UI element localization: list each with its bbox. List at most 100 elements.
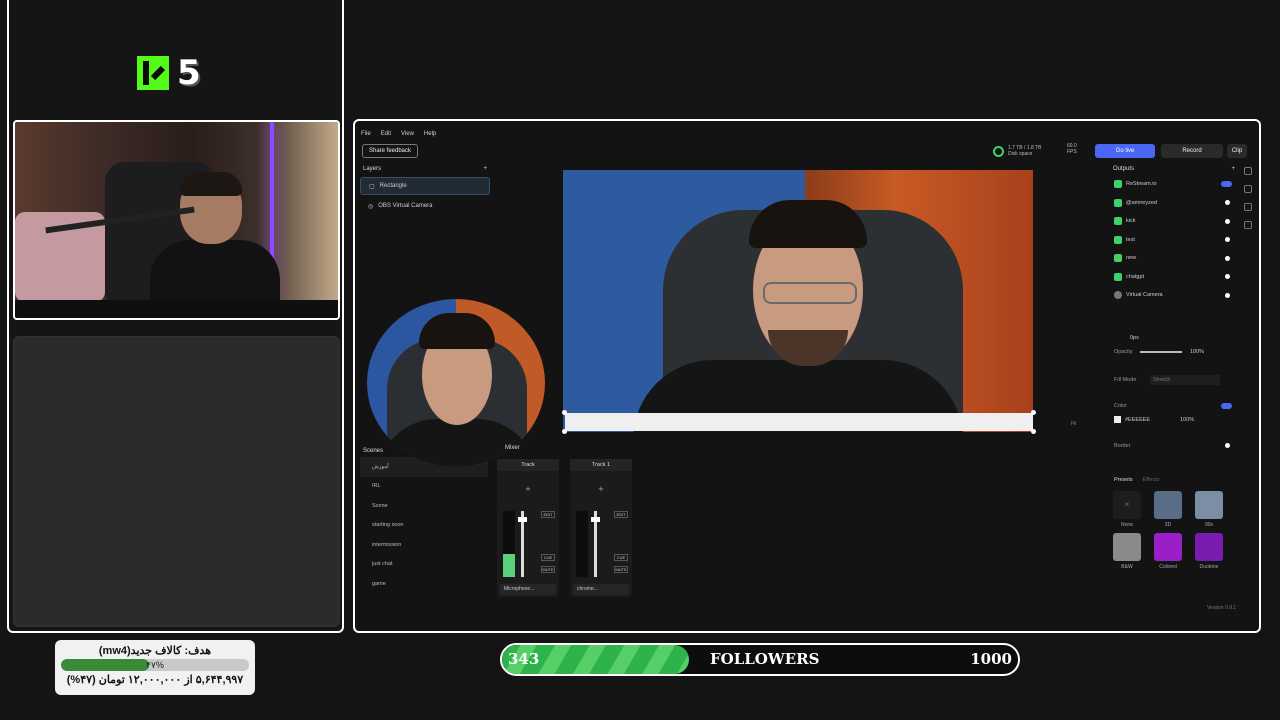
clip-button[interactable]: Clip — [1227, 144, 1247, 158]
scene-item[interactable]: just chat — [360, 555, 488, 575]
resize-handle[interactable] — [562, 410, 567, 415]
presets-grid: × None 3D 90s B&W Colored Duotone — [1110, 487, 1238, 577]
circle-person-hair — [419, 313, 495, 349]
camera-icon: ◎ — [368, 203, 374, 210]
donation-goal: هدف: کالاف جدید(mw4) ۴۷% ۵,۶۴۴,۹۹۷ از ۱۲… — [55, 640, 255, 695]
border-toggle[interactable] — [1225, 443, 1230, 448]
output-item[interactable]: new — [1110, 249, 1238, 268]
stream-preview[interactable] — [563, 170, 1033, 432]
fader-knob[interactable] — [518, 517, 527, 522]
outputs-header: Outputs + — [1110, 163, 1238, 175]
menu-view[interactable]: View — [401, 131, 414, 137]
edit-button[interactable]: EDIT — [541, 511, 555, 518]
preset-label: Duotone — [1199, 563, 1219, 570]
color-toggle[interactable] — [1221, 402, 1232, 409]
goal-amount: ۵,۶۴۴,۹۹۷ از ۱۲,۰۰۰,۰۰۰ تومان (۴۷%) — [66, 674, 244, 686]
preset-none[interactable]: × — [1113, 490, 1141, 519]
fill-mode-row: Fill Mode Stretch — [1110, 373, 1238, 387]
mute-button[interactable]: MUTE — [614, 566, 628, 573]
output-status-dot[interactable] — [1225, 218, 1230, 224]
radius-row: 0px — [1110, 331, 1238, 345]
plugin-icon[interactable] — [1244, 221, 1252, 229]
chat-icon[interactable] — [1244, 203, 1252, 211]
layer-item-obs-camera[interactable]: ◎ OBS Virtual Camera — [360, 197, 490, 215]
output-item[interactable]: chatgpt — [1110, 268, 1238, 287]
color-hex[interactable]: #EEEEEE — [1125, 417, 1150, 423]
cue-button[interactable]: CUE — [541, 554, 555, 561]
resize-handle[interactable] — [1031, 410, 1036, 415]
output-item[interactable]: test — [1110, 231, 1238, 250]
track-name[interactable]: Track — [497, 459, 559, 471]
fit-dropdown[interactable]: Fit — [1071, 421, 1077, 427]
cue-button[interactable]: CUE — [614, 554, 628, 561]
output-status-dot[interactable] — [1225, 255, 1230, 261]
version-label: Version 0.9.1 — [1207, 605, 1237, 611]
scene-item[interactable]: Scene — [360, 496, 488, 516]
record-button[interactable]: Record — [1161, 144, 1223, 158]
side-toolbar — [1241, 163, 1255, 603]
mute-button[interactable]: MUTE — [541, 566, 555, 573]
scene-item[interactable]: IRL — [360, 477, 488, 497]
layer-item-rectangle[interactable]: ▢ Rectangle — [360, 177, 490, 195]
radius-value[interactable]: 0px — [1130, 335, 1139, 341]
output-status-dot[interactable] — [1225, 292, 1230, 298]
color-label: Color — [1114, 402, 1128, 409]
tab-effects[interactable]: Effects — [1143, 477, 1160, 483]
followers-target: 1000 — [970, 650, 1012, 668]
tab-presets[interactable]: Presets — [1114, 477, 1133, 483]
add-layer-icon[interactable]: + — [483, 166, 487, 172]
add-source-icon[interactable]: + — [570, 471, 632, 507]
fill-mode-select[interactable]: Stretch — [1150, 374, 1220, 385]
resize-handle[interactable] — [562, 429, 567, 434]
preset-duotone[interactable] — [1195, 532, 1223, 561]
preset-bw[interactable] — [1113, 532, 1141, 561]
output-item[interactable]: ReStream.io — [1110, 175, 1238, 194]
output-label: chatgpt — [1126, 273, 1145, 280]
output-toggle[interactable] — [1221, 181, 1232, 188]
output-icon — [1114, 254, 1122, 263]
color-opacity[interactable]: 100% — [1180, 417, 1194, 423]
disk-ring-icon — [993, 145, 1004, 157]
edit-button[interactable]: EDIT — [614, 511, 628, 518]
add-source-icon[interactable]: + — [497, 471, 559, 507]
go-live-button[interactable]: Go live — [1095, 144, 1155, 158]
followers-goal-bar: 343 FOLLOWERS 1000 — [500, 643, 1020, 676]
disk-space-indicator: 1.7 TB / 1.8 TB Disk space — [993, 143, 1041, 159]
opacity-value[interactable]: 100% — [1190, 349, 1204, 355]
output-label: @amireyzed — [1126, 199, 1157, 206]
scene-item[interactable]: game — [360, 574, 488, 594]
opacity-slider[interactable] — [1140, 350, 1182, 353]
settings-icon[interactable] — [1244, 167, 1252, 175]
share-feedback-button[interactable]: Share feedback — [362, 144, 418, 158]
add-output-icon[interactable]: + — [1231, 166, 1235, 172]
output-item[interactable]: kick — [1110, 212, 1238, 231]
scene-item[interactable]: intermission — [360, 535, 488, 555]
track-name[interactable]: Track 1 — [570, 459, 632, 471]
preset-3d[interactable] — [1154, 490, 1182, 519]
output-icon — [1114, 272, 1122, 281]
rectangle-layer-selected[interactable] — [562, 410, 1036, 434]
menu-edit[interactable]: Edit — [381, 131, 391, 137]
goal-progress-bar: ۴۷% — [61, 659, 249, 671]
scene-item[interactable]: starting soon — [360, 516, 488, 536]
resize-handle[interactable] — [1031, 429, 1036, 434]
preset-colored[interactable] — [1154, 532, 1182, 561]
track-source-select[interactable]: chrome... — [573, 584, 629, 595]
menu-help[interactable]: Help — [424, 131, 436, 137]
menu-file[interactable]: File — [361, 131, 371, 137]
preset-90s[interactable] — [1195, 490, 1223, 519]
output-status-dot[interactable] — [1225, 237, 1230, 243]
preset-label: 90s — [1204, 521, 1214, 528]
output-status-dot[interactable] — [1225, 200, 1230, 206]
color-label-row: Color — [1110, 399, 1238, 413]
output-item[interactable]: Virtual Camera — [1110, 286, 1238, 305]
color-swatch[interactable] — [1114, 416, 1121, 423]
layout-icon[interactable] — [1244, 185, 1252, 193]
fps-label: FPS — [1067, 149, 1077, 155]
layer-label: Rectangle — [379, 183, 407, 189]
fader-knob[interactable] — [591, 517, 600, 522]
output-item[interactable]: @amireyzed — [1110, 194, 1238, 213]
track-source-select[interactable]: Microphone... — [500, 584, 556, 595]
virtual-camera-icon — [1114, 291, 1122, 300]
output-status-dot[interactable] — [1225, 274, 1230, 280]
